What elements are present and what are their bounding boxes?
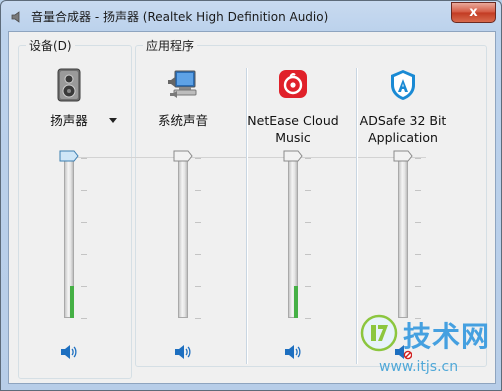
peak-level-meter xyxy=(70,286,74,318)
slider-tick xyxy=(305,222,311,223)
volume-mixer-window: 音量合成器 - 扬声器 (Realtek High Definition Aud… xyxy=(0,0,502,391)
app-channel-netease-cloud-music: NetEase Cloud Music xyxy=(239,68,347,368)
slider-tick xyxy=(305,158,311,159)
title-bar[interactable]: 音量合成器 - 扬声器 (Realtek High Definition Aud… xyxy=(1,1,501,31)
slider-ticks xyxy=(195,158,203,319)
netease-cloud-music-icon xyxy=(279,70,307,98)
chevron-down-icon[interactable] xyxy=(109,118,117,123)
applications-group-label: 应用程序 xyxy=(143,37,198,54)
itjs-logo-icon xyxy=(360,314,398,352)
volume-slider-thumb[interactable] xyxy=(283,150,303,162)
slider-tick xyxy=(81,222,87,223)
speaker-mute-icon[interactable] xyxy=(284,344,302,360)
slider-tick xyxy=(415,158,421,159)
slider-tick xyxy=(81,190,87,191)
slider-tick xyxy=(415,222,421,223)
slider-tick xyxy=(305,286,311,287)
slider-tick xyxy=(81,286,87,287)
adsafe-icon xyxy=(391,70,415,100)
volume-slider-thumb[interactable] xyxy=(59,150,79,162)
watermark-brand: 技术网 xyxy=(403,320,491,353)
app-name: ADSafe 32 Bit Application xyxy=(359,113,447,145)
slider-tick xyxy=(195,222,201,223)
system-sounds-icon xyxy=(168,70,197,98)
slider-tick xyxy=(81,158,87,159)
slider-tick xyxy=(195,158,201,159)
slider-tick xyxy=(195,286,201,287)
window-title: 音量合成器 - 扬声器 (Realtek High Definition Aud… xyxy=(31,10,329,24)
app-name: NetEase Cloud Music xyxy=(247,113,339,145)
speaker-mute-icon[interactable] xyxy=(60,344,78,360)
slider-tick xyxy=(415,286,421,287)
slider-tick xyxy=(415,190,421,191)
app-channel-system-sounds: 系统声音 xyxy=(129,68,237,368)
slider-tick xyxy=(305,318,311,319)
device-group-label: 设备(D) xyxy=(26,37,75,54)
slider-tick xyxy=(195,318,201,319)
close-button[interactable]: x xyxy=(451,2,496,23)
slider-tick xyxy=(305,190,311,191)
speaker-device-icon xyxy=(57,68,81,102)
slider-ticks xyxy=(81,158,89,319)
slider-ticks xyxy=(415,158,423,319)
volume-slider-track[interactable] xyxy=(398,158,408,318)
slider-tick xyxy=(195,254,201,255)
slider-tick xyxy=(81,254,87,255)
watermark-url: www.itjs.cn xyxy=(379,359,459,375)
close-icon: x xyxy=(469,5,478,20)
slider-tick xyxy=(415,254,421,255)
speaker-mute-icon[interactable] xyxy=(174,344,192,360)
speaker-title-icon xyxy=(11,11,20,23)
slider-tick xyxy=(81,318,87,319)
volume-slider-thumb[interactable] xyxy=(393,150,413,162)
slider-tick xyxy=(305,254,311,255)
slider-tick xyxy=(195,190,201,191)
slider-ticks xyxy=(305,158,313,319)
volume-slider-track[interactable] xyxy=(178,158,188,318)
device-name: 扬声器 xyxy=(50,113,88,128)
peak-level-meter xyxy=(294,286,298,318)
site-watermark: 技术网 www.itjs.cn xyxy=(353,311,501,389)
volume-slider-thumb[interactable] xyxy=(173,150,193,162)
device-channel-speakers: 扬声器 xyxy=(15,68,123,368)
app-name: 系统声音 xyxy=(157,113,208,128)
